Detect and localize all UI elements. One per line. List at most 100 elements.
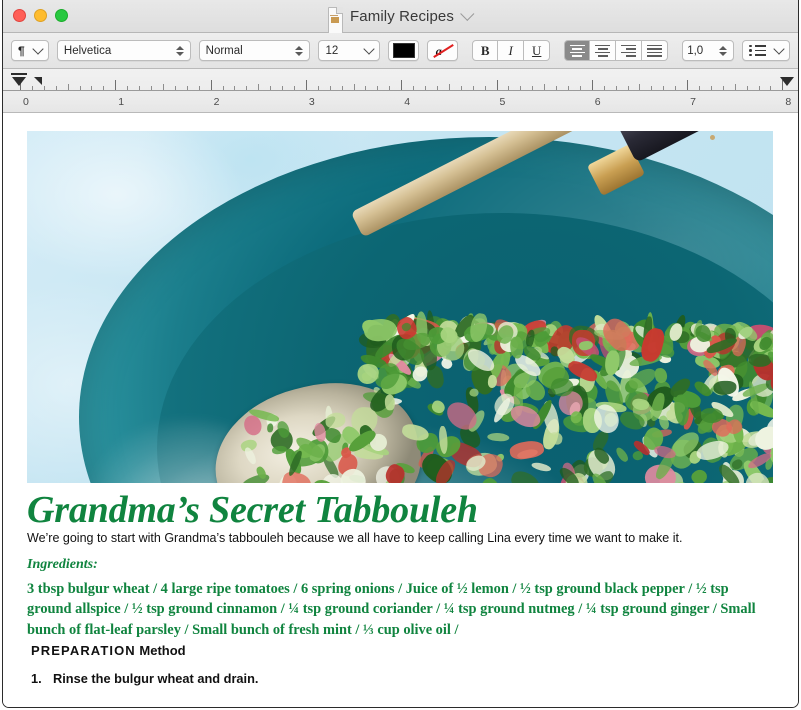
ruler-tick-minor — [139, 86, 141, 90]
ruler[interactable]: 0 1 2 3 4 5 6 7 8 — [3, 69, 798, 113]
align-justify-button[interactable] — [642, 40, 669, 61]
ruler-tick-minor — [699, 86, 700, 90]
right-indent-marker[interactable] — [780, 77, 794, 86]
stepper-icon — [718, 44, 728, 58]
bullet-list-icon — [749, 44, 766, 57]
align-center-button[interactable] — [590, 40, 617, 61]
font-family-select[interactable]: Helvetica — [56, 40, 191, 61]
ruler-tick-minor — [758, 86, 760, 90]
text-style-group: B I U — [472, 40, 551, 61]
stepper-icon — [294, 44, 304, 58]
ruler-tick-minor — [198, 86, 200, 90]
ruler-tick-minor — [615, 86, 617, 90]
ruler-tick-minor — [234, 86, 236, 90]
font-style-select[interactable]: Normal — [198, 40, 311, 61]
ruler-label: 1 — [118, 96, 125, 108]
ruler-tick-minor — [425, 86, 427, 90]
ruler-tick-minor — [556, 86, 558, 90]
underline-button[interactable]: U — [524, 40, 551, 61]
ruler-label: 4 — [404, 96, 411, 108]
ruler-tick-major — [591, 80, 593, 90]
ruler-tick-major — [401, 80, 403, 90]
ruler-tick-minor — [734, 84, 736, 90]
preparation-step-1: 1. Rinse the bulgur wheat and drain. — [31, 671, 731, 686]
document-window: Family Recipes ¶ Helvetica Normal 12 a B… — [2, 0, 799, 708]
ruler-tick-minor — [293, 86, 295, 90]
chevron-down-icon — [773, 43, 785, 55]
photo-salad-piece — [508, 468, 543, 483]
bold-button[interactable]: B — [472, 40, 499, 61]
ruler-label: 7 — [690, 96, 696, 108]
document-canvas[interactable]: Grandma’s Secret Tabbouleh We’re going t… — [3, 113, 798, 707]
format-toolbar: ¶ Helvetica Normal 12 a B I U 1,0 — [3, 33, 798, 69]
photo-salad-piece — [267, 424, 274, 433]
window-title-group: Family Recipes — [3, 0, 798, 606]
ruler-tick-major — [305, 80, 307, 90]
ruler-tick-minor — [639, 84, 641, 90]
ruler-tick-minor — [329, 86, 331, 90]
italic-button[interactable]: I — [498, 40, 525, 61]
ruler-tick-major — [687, 80, 689, 90]
first-line-indent-arrow[interactable] — [34, 77, 42, 93]
line-spacing-value: 1,0 — [687, 44, 704, 57]
ruler-tick-minor — [508, 86, 510, 90]
alignment-group — [564, 40, 669, 61]
photo-salad-piece — [530, 460, 552, 473]
chevron-down-icon[interactable] — [460, 6, 475, 21]
align-right-button[interactable] — [616, 40, 643, 61]
ruler-tick-minor — [222, 86, 224, 90]
ruler-tick-minor — [389, 86, 391, 90]
ruler-tick-minor — [151, 86, 153, 90]
photo-salad-piece — [694, 437, 731, 463]
photo-salad-piece — [279, 469, 315, 483]
ingredients-list: 3 tbsp bulgur wheat / 4 large ripe tomat… — [27, 581, 756, 638]
ruler-tick-minor — [484, 86, 486, 90]
remove-highlight-button[interactable]: a — [427, 40, 459, 61]
font-size-select[interactable]: 12 — [318, 40, 381, 61]
ruler-tick-minor — [31, 86, 33, 90]
intro-paragraph: We’re going to start with Grandma’s tabb… — [27, 531, 683, 545]
ruler-tick-major — [210, 80, 212, 90]
photo-salad-piece — [613, 446, 630, 464]
line-spacing-select[interactable]: 1,0 — [682, 40, 735, 61]
ruler-tick-minor — [722, 86, 724, 90]
ruler-tick-minor — [579, 86, 581, 90]
ruler-label: 3 — [308, 96, 315, 108]
ruler-tick-minor — [413, 86, 415, 90]
ruler-tick-minor — [663, 86, 665, 90]
ruler-tick-minor — [317, 86, 319, 90]
paragraph-style-button[interactable]: ¶ — [11, 40, 49, 61]
ingredients-heading: Ingredients: — [27, 557, 98, 572]
recipe-photo[interactable] — [27, 131, 773, 483]
ruler-tick-major — [496, 80, 498, 90]
left-indent-marker[interactable] — [12, 77, 26, 86]
photo-salad-piece — [487, 431, 510, 442]
text-color-button[interactable] — [388, 40, 420, 61]
step-number: 1. — [31, 671, 42, 686]
font-family-value: Helvetica — [63, 44, 112, 57]
align-left-button[interactable] — [564, 40, 591, 61]
ruler-tick-minor — [353, 84, 355, 90]
ruler-tick-minor — [746, 86, 748, 90]
step-text: Rinse the bulgur wheat and drain. — [53, 671, 259, 686]
ruler-tick-minor — [448, 84, 450, 90]
ruler-label: 0 — [23, 96, 29, 108]
list-style-select[interactable] — [742, 40, 790, 61]
ruler-label: 5 — [499, 96, 506, 108]
photo-salad-piece — [243, 445, 258, 466]
ruler-tick-minor — [567, 86, 569, 90]
ruler-tick-minor — [174, 86, 176, 90]
ruler-tick-minor — [520, 86, 522, 90]
first-line-indent-marker[interactable] — [11, 73, 27, 75]
ruler-tick-minor — [460, 86, 462, 90]
ruler-tick-minor — [472, 86, 474, 90]
ruler-tick-minor — [270, 86, 272, 90]
ruler-tick-minor — [186, 86, 188, 90]
ruler-tick-minor — [341, 86, 343, 90]
ruler-label: 6 — [594, 96, 601, 108]
ruler-tick-minor — [627, 86, 629, 90]
ruler-tick-minor — [377, 86, 379, 90]
ruler-label: 2 — [213, 96, 220, 108]
pilcrow-icon: ¶ — [18, 43, 25, 58]
ruler-tick-minor — [258, 84, 260, 90]
